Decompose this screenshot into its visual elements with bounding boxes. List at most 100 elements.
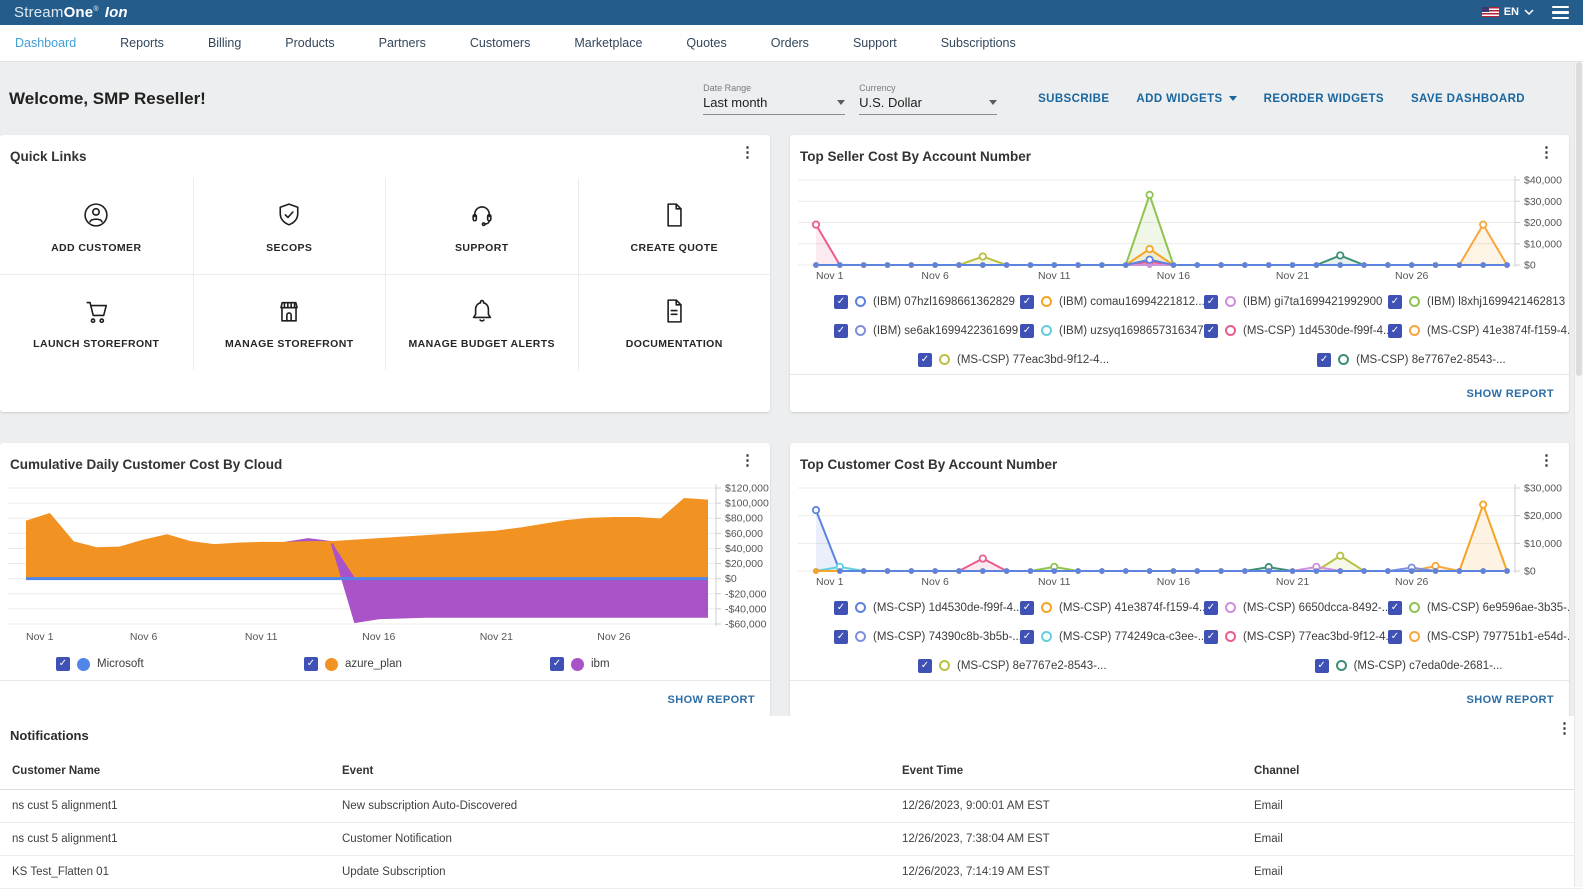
scrollbar-thumb[interactable] (1576, 62, 1582, 376)
legend-item[interactable]: ✓(IBM) 07hzl1698661362829 (834, 295, 1020, 309)
legend-item[interactable]: ✓(IBM) uzsyq1698657316347 (1020, 324, 1204, 338)
quick-links-widget: Quick Links ⋮ ADD CUSTOMERSECOPSSUPPORTC… (0, 135, 770, 412)
legend-checkbox-checked[interactable]: ✓ (1315, 659, 1329, 673)
hamburger-menu-icon[interactable] (1550, 4, 1571, 21)
legend-checkbox-checked[interactable]: ✓ (1388, 601, 1402, 615)
legend-checkbox-checked[interactable]: ✓ (1020, 324, 1034, 338)
quick-link-create-quote[interactable]: CREATE QUOTE (578, 178, 771, 274)
legend-checkbox-checked[interactable]: ✓ (1388, 324, 1402, 338)
subscribe-button[interactable]: SUBSCRIBE (1038, 93, 1109, 105)
legend-item[interactable]: ✓(MS-CSP) 774249ca-c3ee-... (1020, 630, 1204, 644)
legend-item[interactable]: ✓(MS-CSP) c7eda0de-2681-... (1315, 659, 1503, 673)
svg-text:Nov 16: Nov 16 (362, 631, 395, 643)
nav-item-reports[interactable]: Reports (120, 36, 164, 50)
legend-item[interactable]: ✓(MS-CSP) 74390c8b-3b5b-... (834, 630, 1020, 644)
page-title: Welcome, SMP Reseller! (9, 89, 206, 109)
brand-ion: Ion (105, 4, 128, 21)
legend-label: (MS-CSP) 1d4530de-f99f-4... (873, 602, 1023, 614)
legend-item[interactable]: ✓azure_plan (304, 657, 550, 671)
kebab-menu-icon[interactable]: ⋮ (735, 452, 760, 470)
legend-checkbox-checked[interactable]: ✓ (1317, 353, 1331, 367)
nav-item-customers[interactable]: Customers (470, 36, 530, 50)
legend-item[interactable]: ✓(MS-CSP) 41e3874f-f159-4... (1388, 324, 1569, 338)
legend-checkbox-checked[interactable]: ✓ (834, 324, 848, 338)
quick-link-launch-storefront[interactable]: LAUNCH STOREFRONT (0, 274, 193, 370)
legend-item[interactable]: ✓(MS-CSP) 6e9596ae-3b35-... (1388, 601, 1569, 615)
legend-item[interactable]: ✓(MS-CSP) 1d4530de-f99f-4... (1204, 324, 1388, 338)
nav-item-partners[interactable]: Partners (379, 36, 426, 50)
legend-checkbox-checked[interactable]: ✓ (834, 295, 848, 309)
legend-checkbox-checked[interactable]: ✓ (1388, 630, 1402, 644)
legend-item[interactable]: ✓(IBM) comau16994221812... (1020, 295, 1204, 309)
legend-checkbox-checked[interactable]: ✓ (1204, 324, 1218, 338)
series-color-marker (855, 296, 866, 307)
quick-link-secops[interactable]: SECOPS (193, 178, 386, 274)
legend-checkbox-checked[interactable]: ✓ (56, 657, 70, 671)
quick-link-support[interactable]: SUPPORT (385, 178, 578, 274)
legend-item[interactable]: ✓(IBM) gi7ta1699421992900 (1204, 295, 1388, 309)
legend-checkbox-checked[interactable]: ✓ (1204, 630, 1218, 644)
legend-item[interactable]: ✓ibm (550, 657, 770, 671)
nav-item-billing[interactable]: Billing (208, 36, 241, 50)
nav-item-marketplace[interactable]: Marketplace (574, 36, 642, 50)
legend-item[interactable]: ✓(MS-CSP) 41e3874f-f159-4... (1020, 601, 1204, 615)
reorder-widgets-button[interactable]: REORDER WIDGETS (1264, 93, 1384, 105)
add-widgets-button[interactable]: ADD WIDGETS (1136, 93, 1236, 105)
legend-item[interactable]: ✓ (MS-CSP) 1d4530de-f99f-4... (834, 601, 1020, 615)
svg-text:Nov 26: Nov 26 (1395, 270, 1428, 282)
legend-item[interactable]: ✓(MS-CSP) 6650dcca-8492-... (1204, 601, 1388, 615)
legend-checkbox-checked[interactable]: ✓ (1388, 295, 1402, 309)
nav-item-orders[interactable]: Orders (771, 36, 809, 50)
save-dashboard-button[interactable]: SAVE DASHBOARD (1411, 93, 1525, 105)
legend-checkbox-checked[interactable]: ✓ (1020, 630, 1034, 644)
legend-item[interactable]: ✓(MS-CSP) 77eac3bd-9f12-4... (1204, 630, 1388, 644)
quick-link-documentation[interactable]: DOCUMENTATION (578, 274, 771, 370)
legend-checkbox-checked[interactable]: ✓ (834, 601, 848, 615)
legend-item[interactable]: ✓Microsoft (56, 657, 304, 671)
svg-text:$40,000: $40,000 (1524, 175, 1562, 187)
date-range-select[interactable]: Date Range Last month (703, 83, 845, 115)
legend-checkbox-checked[interactable]: ✓ (550, 657, 564, 671)
legend-item[interactable]: ✓(MS-CSP) 8e7767e2-8543-... (1317, 353, 1506, 367)
currency-select[interactable]: Currency U.S. Dollar (859, 83, 997, 115)
legend-checkbox-checked[interactable]: ✓ (304, 657, 318, 671)
nav-item-subscriptions[interactable]: Subscriptions (941, 36, 1016, 50)
legend-checkbox-checked[interactable]: ✓ (1020, 601, 1034, 615)
quick-link-manage-budget-alerts[interactable]: MANAGE BUDGET ALERTS (385, 274, 578, 370)
cart-icon (80, 295, 112, 327)
show-report-link[interactable]: SHOW REPORT (667, 694, 755, 706)
document-icon (658, 295, 690, 327)
legend-label: (MS-CSP) 77eac3bd-9f12-4... (1243, 631, 1395, 643)
svg-text:Nov 1: Nov 1 (26, 631, 54, 643)
nav-item-products[interactable]: Products (285, 36, 334, 50)
kebab-menu-icon[interactable]: ⋮ (1534, 452, 1559, 470)
table-cell: ns cust 5 alignment1 (0, 823, 330, 856)
legend-item[interactable]: ✓(IBM) l8xhj1699421462813 (1388, 295, 1569, 309)
quick-link-add-customer[interactable]: ADD CUSTOMER (0, 178, 193, 274)
nav-item-support[interactable]: Support (853, 36, 897, 50)
show-report-link[interactable]: SHOW REPORT (1466, 694, 1554, 706)
legend-checkbox-checked[interactable]: ✓ (1020, 295, 1034, 309)
legend-checkbox-checked[interactable]: ✓ (918, 659, 932, 673)
svg-text:Nov 1: Nov 1 (816, 270, 844, 282)
series-color-marker (1409, 325, 1420, 336)
quick-link-manage-storefront[interactable]: MANAGE STOREFRONT (193, 274, 386, 370)
show-report-link[interactable]: SHOW REPORT (1466, 388, 1554, 400)
language-selector[interactable]: EN (1482, 6, 1534, 18)
chevron-down-icon (1524, 9, 1534, 15)
legend-item[interactable]: ✓(MS-CSP) 797751b1-e54d-... (1388, 630, 1569, 644)
legend-checkbox-checked[interactable]: ✓ (1204, 295, 1218, 309)
dropdown-arrow-icon (1229, 96, 1237, 101)
legend-checkbox-checked[interactable]: ✓ (1204, 601, 1218, 615)
quick-link-label: CREATE QUOTE (631, 242, 718, 254)
kebab-menu-icon[interactable]: ⋮ (1534, 144, 1559, 162)
legend-item[interactable]: ✓(IBM) se6ak1699422361699 (834, 324, 1020, 338)
legend-checkbox-checked[interactable]: ✓ (834, 630, 848, 644)
page-scrollbar[interactable] (1574, 62, 1583, 887)
nav-item-quotes[interactable]: Quotes (686, 36, 726, 50)
kebab-menu-icon[interactable]: ⋮ (735, 144, 760, 162)
legend-item[interactable]: ✓(MS-CSP) 77eac3bd-9f12-4... (918, 353, 1109, 367)
nav-item-dashboard[interactable]: Dashboard (15, 36, 76, 50)
legend-item[interactable]: ✓(MS-CSP) 8e7767e2-8543-... (918, 659, 1107, 673)
legend-checkbox-checked[interactable]: ✓ (918, 353, 932, 367)
